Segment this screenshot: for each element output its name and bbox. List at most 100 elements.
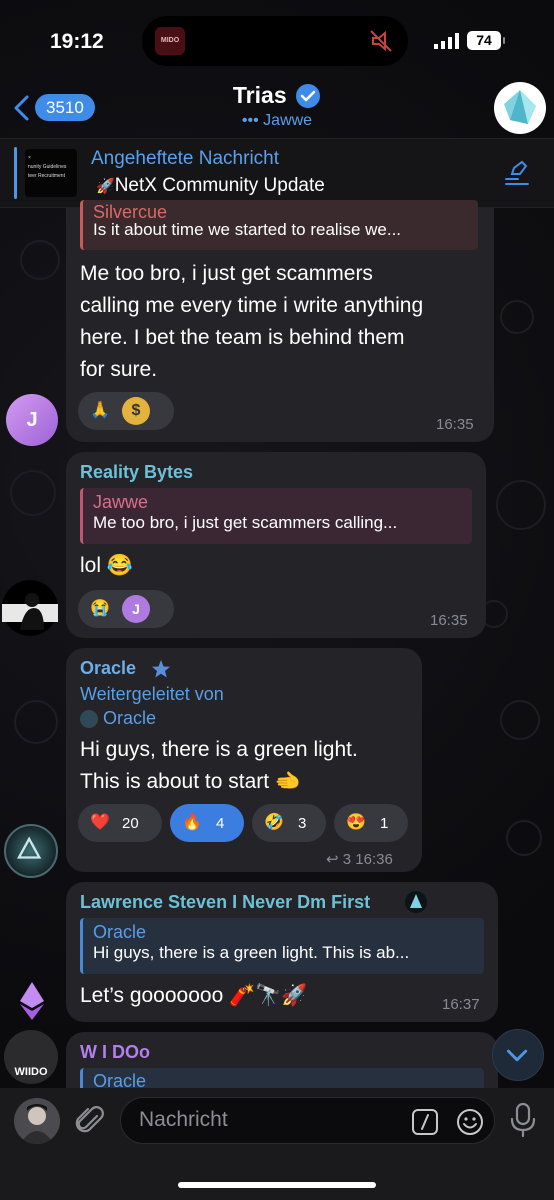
chat-header: 3510 Trias ••• Jawwe [0, 74, 554, 138]
message-meta[interactable]: ↩ 3 16:36 [326, 850, 393, 868]
scroll-down-button[interactable] [492, 1029, 544, 1081]
reaction-avatar: J [122, 595, 150, 623]
message-text: Let’s gooooooo 🧨🔭🚀 [80, 984, 308, 1007]
verified-badge-icon [296, 83, 321, 108]
pinned-list-icon[interactable] [502, 159, 532, 189]
message-bubble[interactable]: Oracle Weitergeleitet von Oracle Hi guys… [66, 648, 422, 872]
forwarded-name: Oracle [103, 708, 157, 728]
typing-dots-icon: ••• [241, 112, 259, 129]
reply-preview[interactable]: Jawwe Me too bro, i just get scammers ca… [80, 488, 472, 544]
message-sender[interactable]: Oracle [80, 658, 136, 679]
heart-emoji: ❤️ [90, 814, 110, 831]
message-sender[interactable]: W I DOo [80, 1042, 150, 1063]
reply-sender: Silvercue [93, 202, 168, 222]
rofl-emoji: 🤣 [264, 814, 284, 831]
cellular-signal-icon [434, 33, 459, 49]
pinned-thumb-line: nunity Guidelines [28, 164, 67, 170]
message-line: This is about to start 🫲 [80, 770, 302, 793]
microphone-icon[interactable] [508, 1102, 538, 1138]
forwarded-from[interactable]: Oracle [80, 708, 156, 729]
reply-preview[interactable]: Silvercue Is it about time we started to… [80, 200, 478, 250]
pinned-thumb-line: teer Recruitment [28, 173, 65, 179]
pinned-text: 🚀NetX Community Update [96, 175, 325, 197]
reaction-heart[interactable]: ❤️ 20 [78, 804, 162, 842]
pinned-thumb-line: × [28, 155, 31, 161]
reaction-count: 3 [298, 814, 307, 832]
reply-preview[interactable]: Oracle [80, 1068, 484, 1088]
oracle-triangle-icon [17, 836, 42, 859]
message-input[interactable] [139, 1108, 389, 1132]
avatar[interactable]: J [6, 394, 58, 446]
avatar[interactable] [2, 580, 58, 636]
pinned-text-label: NetX Community Update [114, 175, 325, 196]
chat-title: Trias [232, 82, 287, 108]
sticker-emoji-icon[interactable] [455, 1107, 485, 1137]
typing-indicator: ••• Jawwe [0, 112, 554, 130]
reaction-fire[interactable]: 🔥 4 [170, 804, 244, 842]
reaction-count: 1 [380, 814, 389, 832]
reply-preview[interactable]: Oracle Hi guys, there is a green light. … [80, 918, 484, 974]
message-time: 16:36 [355, 851, 393, 868]
avatar[interactable] [10, 978, 54, 1022]
rocket-icon: 🚀 [96, 178, 115, 195]
reply-count: 3 [342, 851, 352, 868]
message-line: Me too bro, i just get scammers [80, 262, 373, 285]
home-indicator [178, 1182, 376, 1188]
message-time: 16:35 [430, 612, 468, 629]
avatar-letter: J [26, 409, 38, 431]
user-photo-icon [20, 1104, 54, 1144]
forwarded-label: Weitergeleitet von [80, 684, 224, 704]
message-text: lol 😂 [80, 554, 133, 577]
fire-emoji: 🔥 [182, 814, 202, 831]
reaction-chip[interactable]: 😭 J [78, 590, 174, 628]
reply-text: Me too bro, i just get scammers calling.… [93, 513, 398, 532]
reply-sender: Jawwe [93, 492, 149, 512]
group-avatar[interactable] [494, 82, 546, 134]
message-bubble[interactable]: W I DOo Oracle [66, 1032, 498, 1088]
pinned-thumbnail: × nunity Guidelines teer Recruitment [25, 149, 77, 197]
message-field[interactable] [120, 1097, 495, 1144]
message-line: for sure. [80, 358, 158, 381]
message-bubble[interactable]: Reality Bytes Jawwe Me too bro, i just g… [66, 452, 486, 638]
trias-logo-icon [504, 90, 536, 124]
paperclip-icon[interactable] [73, 1104, 107, 1138]
replies-icon: ↩ [326, 851, 339, 868]
dynamic-island: MIDO [142, 16, 408, 66]
chevron-down-icon [506, 1049, 528, 1062]
message-bubble[interactable]: Lawrence Steven I Never Dm First Oracle … [66, 882, 498, 1022]
reply-text: Is it about time we started to realise w… [93, 220, 402, 239]
chat-title-area[interactable]: Trias [0, 82, 554, 109]
pinned-indicator [14, 147, 17, 199]
message-sender[interactable]: Lawrence Steven I Never Dm First [80, 892, 370, 913]
oracle-mini-icon [80, 710, 98, 729]
ethereum-logo-icon [20, 982, 44, 1020]
message-text: Me too bro, i just get scammers calling … [80, 258, 423, 386]
message-text: Hi guys, there is a green light. This is… [80, 734, 358, 798]
message-line: Hi guys, there is a green light. [80, 738, 358, 761]
typing-user: Jawwe [263, 112, 313, 129]
send-as-avatar[interactable] [14, 1098, 60, 1144]
avatar[interactable]: WIIDO [4, 1030, 58, 1084]
message-time: 16:35 [436, 416, 474, 433]
message-bubble[interactable]: Silvercue Is it about time we started to… [66, 200, 494, 442]
crying-emoji: 😭 [90, 600, 110, 617]
status-bar: 19:12 MIDO 74 [0, 0, 554, 80]
reply-text: Hi guys, there is a green light. This is… [93, 943, 410, 962]
reply-sender: Oracle [93, 1071, 147, 1088]
reaction-chip[interactable]: 🙏 $ [78, 392, 174, 430]
praying-hands-emoji: 🙏 [90, 402, 110, 419]
message-input-bar [0, 1088, 554, 1200]
message-sender[interactable]: Reality Bytes [80, 462, 193, 483]
avatar[interactable] [4, 824, 58, 878]
message-line: calling me every time i write anything [80, 294, 424, 317]
star-icon [152, 660, 170, 678]
bot-commands-icon[interactable] [411, 1108, 439, 1136]
avatar-label: WIIDO [14, 1066, 48, 1078]
sailboat-icon [405, 891, 427, 913]
status-time: 19:12 [50, 30, 104, 53]
dollar-coin-emoji: $ [122, 397, 150, 425]
pinned-message-bar[interactable]: × nunity Guidelines teer Recruitment Ang… [0, 138, 554, 208]
now-playing-thumbnail: MIDO [155, 27, 185, 55]
reaction-rofl[interactable]: 🤣 3 [252, 804, 326, 842]
reaction-heart-eyes[interactable]: 😍 1 [334, 804, 408, 842]
